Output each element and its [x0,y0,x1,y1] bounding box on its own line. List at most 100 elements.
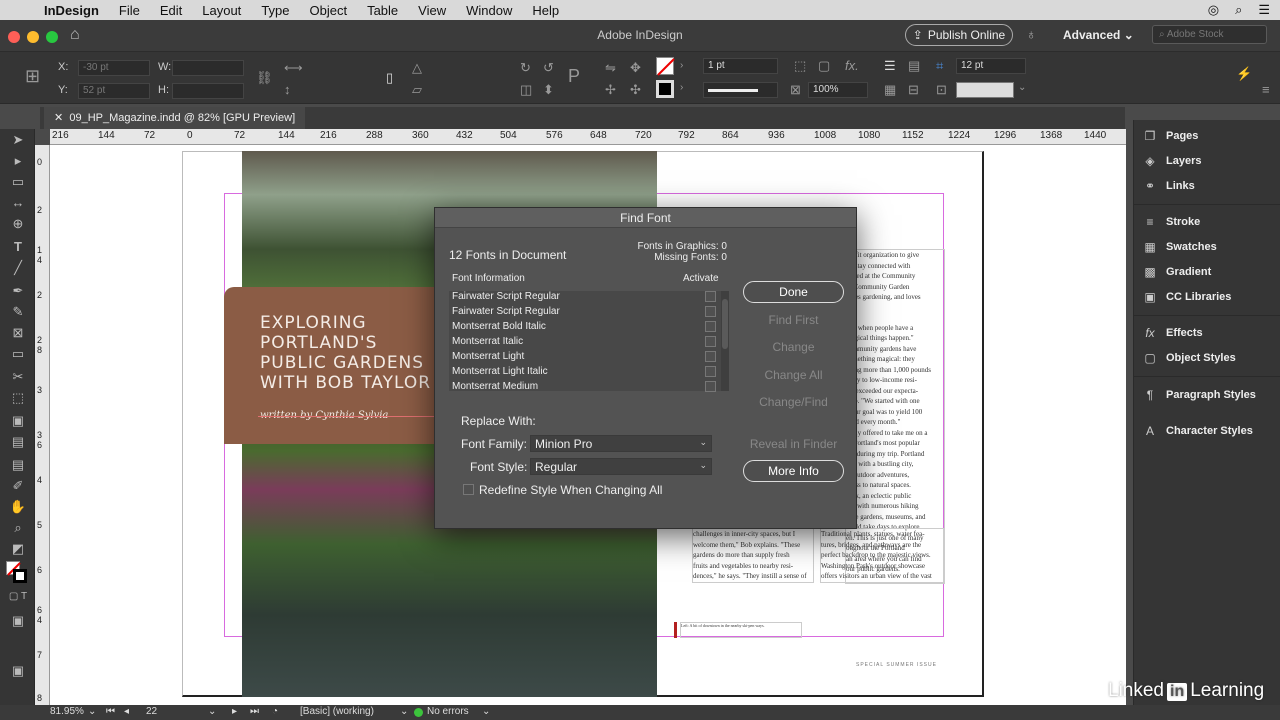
change-button[interactable]: Change [743,336,844,358]
find-first-button[interactable]: Find First [743,309,844,331]
fill-arrow-icon[interactable]: › [680,60,683,71]
align-left-icon[interactable]: ▦ [884,82,896,98]
text-wrap-bounding-icon[interactable]: ▤ [908,58,920,74]
activate-checkbox[interactable] [705,321,716,332]
article-title[interactable]: EXPLORING PORTLAND'S PUBLIC GARDENS WITH… [260,313,460,393]
distribute-icon[interactable]: ⊡ [936,82,947,98]
menu-table[interactable]: Table [367,3,398,18]
preflight-profile[interactable]: [Basic] (working) [300,706,374,717]
menu-app-name[interactable]: InDesign [44,3,99,18]
panel-cc-libraries[interactable]: ▣ CC Libraries [1142,287,1231,307]
panel-layers[interactable]: ◈ Layers [1142,151,1201,171]
stroke-color-icon[interactable] [13,569,27,583]
activate-checkbox[interactable] [705,306,716,317]
zoom-tool-icon[interactable]: ⌕ [8,520,28,538]
font-list-item[interactable]: Montserrat Light [452,351,524,362]
reveal-in-finder-button[interactable]: Reveal in Finder [743,433,844,455]
gradient-swatch-tool-icon[interactable]: ▣ [8,413,28,431]
panel-paragraph-styles[interactable]: ¶ Paragraph Styles [1142,385,1256,405]
link-scale-icon[interactable]: ▯ [386,70,393,86]
next-page-icon[interactable]: ▸ [232,706,237,717]
font-style-select[interactable]: Regular ⌄ [530,458,712,475]
workspace-switcher[interactable]: Advanced ⌄ [1063,28,1134,42]
panel-pages[interactable]: ❐ Pages [1142,126,1199,146]
font-list-item[interactable]: Montserrat Italic [452,336,523,347]
hand-tool-icon[interactable]: ✋ [8,499,28,517]
scale-y-icon[interactable]: ↕ [284,82,291,97]
apply-color-icon[interactable]: ▣ [8,613,28,631]
select-next-icon[interactable]: ✣ [630,82,641,98]
select-content-icon[interactable]: ✥ [630,60,641,76]
w-field[interactable] [172,60,244,76]
rotate-ccw-icon[interactable]: ↺ [543,60,554,76]
rotate-angle-icon[interactable]: △ [412,60,422,76]
h-field[interactable] [172,83,244,99]
scrollbar-thumb[interactable] [722,299,728,349]
panel-gradient[interactable]: ▩ Gradient [1142,262,1211,282]
menu-object[interactable]: Object [310,3,348,18]
page-dropdown-icon[interactable]: ⌄ [208,706,216,717]
activate-checkbox[interactable] [705,336,716,347]
font-family-select[interactable]: Minion Pro ⌄ [530,435,712,452]
vertical-ruler[interactable]: 0 2 1 4 2 2 8 3 3 6 4 5 6 6 4 7 8 [35,145,50,705]
opacity-field[interactable]: 100% [808,82,868,98]
more-info-button[interactable]: More Info [743,460,844,482]
line-tool-icon[interactable]: ╱ [8,260,28,278]
constrain-proportions-icon[interactable]: ⛓ [256,70,273,86]
pencil-tool-icon[interactable]: ✎ [8,304,28,322]
change-all-button[interactable]: Change All [743,364,844,386]
default-colors-icon[interactable]: ◩ [8,541,28,559]
column-gutter-field[interactable]: 12 pt [956,58,1026,74]
fx-icon[interactable]: fx. [845,58,859,73]
first-page-icon[interactable]: ⏮ [106,706,115,717]
selection-tool-icon[interactable]: ➤ [8,132,28,150]
screen-mode-icon[interactable]: ▣ [8,663,28,681]
note-tool-icon[interactable]: ▤ [8,457,28,475]
align-center-icon[interactable]: ⊟ [908,82,919,98]
publish-online-button[interactable]: ⇪ Publish Online [905,24,1013,46]
select-container-icon[interactable]: P [568,66,580,87]
style-swatch[interactable] [956,82,1014,98]
scissors-tool-icon[interactable]: ✂ [8,369,28,387]
body-text-column-b[interactable]: Traditional plants, statues, water fea- … [820,528,944,583]
rotate-cw-icon[interactable]: ↻ [520,60,531,76]
flip-v-icon[interactable]: ⬍ [543,82,554,98]
body-text-column-a[interactable]: challenges in inner-city spaces, but I w… [692,528,814,583]
text-wrap-none-icon[interactable]: ☰ [884,58,896,74]
select-previous-icon[interactable]: ✢ [605,82,616,98]
free-transform-tool-icon[interactable]: ⬚ [8,390,28,408]
menu-edit[interactable]: Edit [160,3,182,18]
font-list-scrollbar[interactable] [721,291,729,391]
adobe-stock-search-input[interactable]: ⌕ Adobe Stock [1152,25,1267,44]
menu-file[interactable]: File [119,3,140,18]
opacity-icon[interactable]: ⊠ [790,82,801,98]
stroke-weight-field[interactable]: 1 pt [703,58,778,74]
activate-checkbox[interactable] [705,351,716,362]
font-list-item[interactable]: Fairwater Script Regular [452,306,560,317]
page-number[interactable]: 22 [146,706,157,717]
font-list-item[interactable]: Montserrat Medium [452,381,538,392]
creative-cloud-icon[interactable]: ◎ [1208,2,1219,18]
menu-layout[interactable]: Layout [202,3,241,18]
zoom-level[interactable]: 81.95% [50,706,84,717]
control-menu-icon[interactable]: ≡ [1262,82,1270,97]
photo-caption[interactable]: Left: A bit of downtown in the nearby sk… [680,622,802,638]
panel-swatches[interactable]: ▦ Swatches [1142,237,1216,257]
content-collector-icon[interactable]: ⊕ [8,216,28,234]
font-list-item[interactable]: Montserrat Bold Italic [452,321,546,332]
notification-center-icon[interactable]: ☰ [1258,2,1270,18]
menu-view[interactable]: View [418,3,446,18]
flip-horizontal-icon[interactable]: ⇋ [605,60,616,76]
formatting-container-icon[interactable]: ▢ T [8,591,28,609]
panel-links[interactable]: ⚭ Links [1142,176,1195,196]
type-tool-icon[interactable]: T [8,239,28,257]
font-list[interactable]: Fairwater Script Regular Fairwater Scrip… [449,291,729,392]
gap-tool-icon[interactable]: ↔ [8,195,28,213]
content-fit-icon[interactable]: ▢ [818,58,830,74]
x-field[interactable]: -30 pt [78,60,150,76]
stroke-type-select[interactable] [703,82,778,98]
zoom-dropdown-icon[interactable]: ⌄ [88,706,96,717]
panel-character-styles[interactable]: A Character Styles [1142,421,1253,441]
change-find-button[interactable]: Change/Find [743,391,844,413]
shear-angle-icon[interactable]: ▱ [412,82,422,98]
